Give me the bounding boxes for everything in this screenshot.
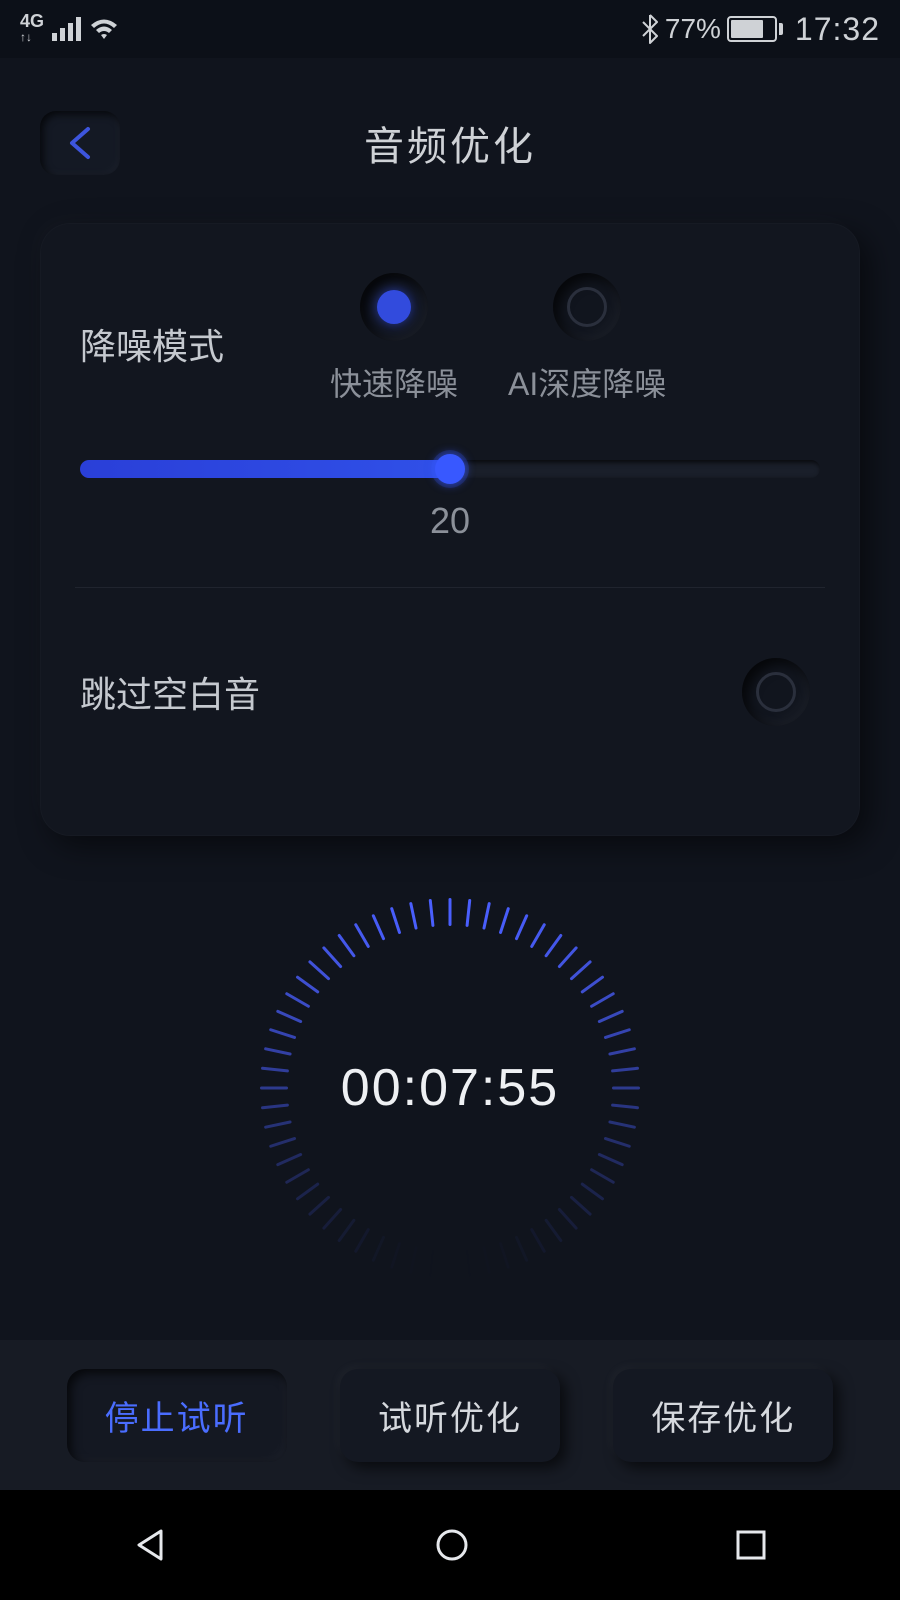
page-title: 音频优化 [0,114,900,172]
radio-unselected-icon [553,273,621,341]
battery-icon [727,16,783,42]
network-type-label: 4G↑↓ [20,13,44,45]
noise-slider-value: 20 [80,500,820,542]
radio-selected-icon [360,273,428,341]
stop-preview-button[interactable]: 停止试听 [67,1369,287,1462]
noise-mode-fast-label: 快速降噪 [330,359,458,405]
noise-mode-fast[interactable]: 快速降噪 [330,273,458,405]
preview-optimize-button[interactable]: 试听优化 [340,1369,560,1462]
bluetooth-icon [641,14,659,44]
android-navbar [0,1490,900,1600]
wifi-icon [89,17,119,41]
signal-icon [52,17,81,41]
battery-percent-label: 77% [665,13,721,45]
status-bar: 4G↑↓ 77% 17:32 [0,0,900,58]
noise-mode-label: 降噪模式 [80,308,330,370]
skip-silence-label: 跳过空白音 [80,666,260,718]
noise-mode-ai[interactable]: AI深度降噪 [508,273,666,405]
nav-home-button[interactable] [432,1525,472,1565]
noise-slider[interactable] [80,460,820,478]
nav-recent-button[interactable] [733,1527,769,1563]
noise-mode-ai-label: AI深度降噪 [508,359,666,405]
clock-label: 17:32 [795,11,880,48]
skip-silence-toggle[interactable] [742,658,810,726]
back-button[interactable] [40,111,120,175]
save-optimize-button[interactable]: 保存优化 [613,1369,833,1462]
chevron-left-icon [66,125,94,161]
timer-dial: 00:07:55 [260,898,640,1278]
bottom-toolbar: 停止试听 试听优化 保存优化 [0,1340,900,1490]
nav-back-button[interactable] [131,1525,171,1565]
settings-card: 降噪模式 快速降噪 AI深度降噪 20 跳过空白音 [40,223,860,836]
